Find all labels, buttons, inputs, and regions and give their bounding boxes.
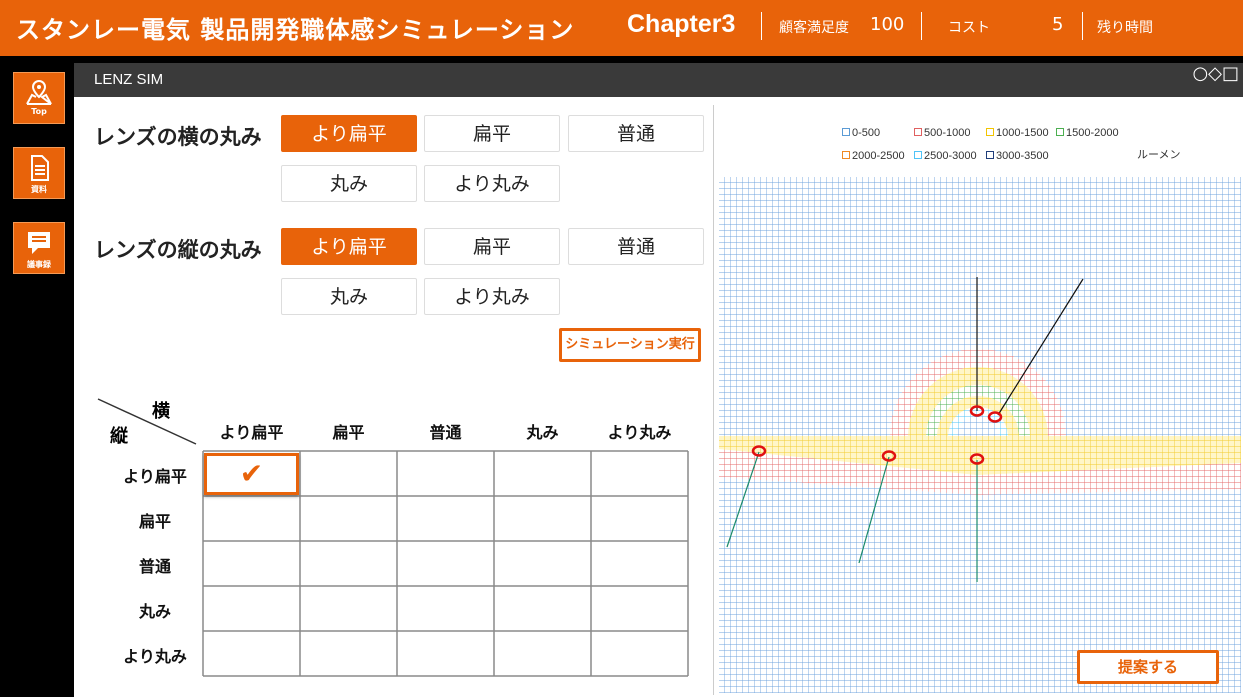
legend-unit: ルーメン xyxy=(1137,149,1181,161)
horizontal-option-flatter[interactable]: より扁平 xyxy=(281,115,417,152)
legend-item: 1500-2000 xyxy=(1056,127,1119,139)
document-icon xyxy=(31,155,49,181)
chapter-label: Chapter3 xyxy=(627,10,736,38)
header-divider xyxy=(921,12,922,40)
matrix-column-header: より丸み xyxy=(607,423,672,442)
sidebar: Top 資料 議事録 xyxy=(0,56,74,697)
matrix-row-header: 普通 xyxy=(138,557,171,576)
header-bar: スタンレー電気 製品開発職体感シミュレーション Chapter3 顧客満足度 1… xyxy=(0,0,1243,53)
legend-item: 500-1000 xyxy=(914,127,971,139)
vertical-option-flatter[interactable]: より扁平 xyxy=(281,228,417,265)
legend-item: 2500-3000 xyxy=(914,150,977,162)
cost-value: 5 xyxy=(1052,14,1064,35)
satisfaction-label: 顧客満足度 xyxy=(779,20,849,36)
legend-item: 3000-3500 xyxy=(986,150,1049,162)
main-panel: レンズの横の丸み より扁平 扁平 普通 丸み より丸み レンズの縦の丸み より扁… xyxy=(74,97,1243,697)
vertical-option-round[interactable]: 丸み xyxy=(281,278,417,315)
propose-button[interactable]: 提案する xyxy=(1077,650,1219,684)
matrix-corner-horizontal: 横 xyxy=(152,401,170,422)
header-divider xyxy=(1082,12,1083,40)
vertical-option-rounder[interactable]: より丸み xyxy=(424,278,560,315)
sidebar-item-top[interactable]: Top xyxy=(13,72,65,124)
matrix-row-header: 丸み xyxy=(138,602,171,621)
time-label: 残り時間 xyxy=(1097,20,1153,36)
run-simulation-button[interactable]: シミュレーション実行 xyxy=(559,328,701,362)
sidebar-item-minutes[interactable]: 議事録 xyxy=(13,222,65,274)
sidebar-item-documents[interactable]: 資料 xyxy=(13,147,65,199)
legend-item: 1000-1500 xyxy=(986,127,1049,139)
sidebar-item-label: 議事録 xyxy=(27,260,51,269)
window-title: LENZ SIM xyxy=(94,71,164,88)
cost-label: コスト xyxy=(948,20,990,36)
horizontal-option-rounder[interactable]: より丸み xyxy=(424,165,560,202)
app-title: スタンレー電気 製品開発職体感シミュレーション xyxy=(16,16,575,44)
satisfaction-value: 100 xyxy=(870,14,905,35)
horizontal-option-normal[interactable]: 普通 xyxy=(568,115,704,152)
window-titlebar: LENZ SIM ○◇□ xyxy=(74,63,1243,97)
matrix-column-header: 普通 xyxy=(429,423,462,442)
sidebar-item-label: Top xyxy=(31,107,47,116)
matrix-column-header: 扁平 xyxy=(332,423,365,442)
matrix-column-header: より扁平 xyxy=(219,423,284,442)
legend-item: 0-500 xyxy=(842,127,880,139)
matrix-corner-vertical: 縦 xyxy=(110,426,128,447)
sidebar-item-label: 資料 xyxy=(31,185,47,194)
chat-icon xyxy=(28,232,50,254)
header-divider xyxy=(761,12,762,40)
header-underline xyxy=(0,53,1243,56)
horizontal-roundness-label: レンズの横の丸み xyxy=(94,125,262,149)
vertical-option-flat[interactable]: 扁平 xyxy=(424,228,560,265)
vertical-option-normal[interactable]: 普通 xyxy=(568,228,704,265)
horizontal-option-flat[interactable]: 扁平 xyxy=(424,115,560,152)
matrix-column-header: 丸み xyxy=(526,423,559,442)
panel-divider xyxy=(713,105,714,695)
lens-simulation-view xyxy=(719,177,1241,693)
legend-item: 2000-2500 xyxy=(842,150,905,162)
map-icon xyxy=(26,79,52,105)
matrix-cell-checked[interactable]: ✔ xyxy=(204,453,299,495)
horizontal-option-round[interactable]: 丸み xyxy=(281,165,417,202)
matrix-row-header: より扁平 xyxy=(123,467,187,486)
vertical-roundness-label: レンズの縦の丸み xyxy=(94,238,262,262)
matrix-row-header: 扁平 xyxy=(138,512,171,531)
window-shapes-icon[interactable]: ○◇□ xyxy=(1192,63,1239,84)
matrix-row-header: より丸み xyxy=(123,647,187,666)
